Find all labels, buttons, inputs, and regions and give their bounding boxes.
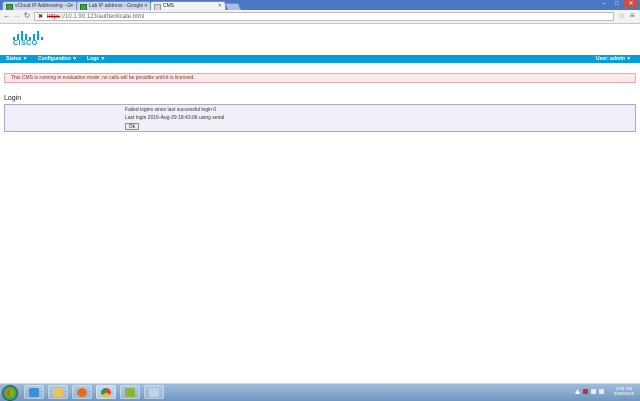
page-title: Login [4,95,22,102]
main-menu-bar: Status ▼ Configuration ▼ Logs ▼ User: ad… [0,55,640,63]
taskbar-vsphere[interactable] [120,385,140,399]
tray-network-icon[interactable] [591,389,596,394]
ok-button[interactable]: Ok [125,123,139,130]
bookmark-star-icon[interactable]: ☆ [618,11,625,21]
cisco-wordmark: CISCO [13,40,38,47]
user-menu[interactable]: User: admin ▼ [596,55,631,63]
browser-tab-strip: vCloud IP Addressing - G ✕ Lab IP addres… [0,0,640,11]
chrome-icon [101,388,111,397]
tray-flag-icon[interactable] [583,389,588,394]
insecure-lock-icon: ✖ [38,14,44,20]
cisco-logo: CISCO [12,31,43,49]
media-player-icon [77,388,87,397]
login-panel: Failed logins since last successful logi… [4,104,636,132]
back-arrow-icon[interactable]: ← [2,11,12,21]
evaluation-warning: This CMS is running in evaluation mode; … [4,73,636,83]
browser-tab-lab-ip[interactable]: Lab IP address - Google ✕ [76,1,152,10]
address-bar[interactable]: ✖ https://10.1.90.123/authenticate.html [34,12,614,21]
browser-tab-cms[interactable]: CMS ✕ [150,1,226,10]
minimize-icon[interactable]: – [598,0,610,8]
taskbar-clock[interactable]: 3:06 AM 8/30/2016 [614,386,634,396]
taskbar-media[interactable] [72,385,92,399]
dropdown-triangle-icon: ▼ [626,56,632,62]
address-scheme: https [47,14,61,20]
browser-toolbar: ← → ↻ ✖ https://10.1.90.123/authenticate… [0,10,640,24]
taskbar-ie[interactable] [24,385,44,399]
internet-explorer-icon [29,388,39,397]
menu-status[interactable]: Status ▼ [6,55,28,63]
close-window-icon[interactable]: ✕ [624,0,638,8]
browser-menu-icon[interactable]: ≡ [630,11,635,21]
vsphere-icon [125,388,135,397]
tray-volume-icon[interactable] [599,389,604,394]
cisco-bridge-icon [12,31,43,40]
failed-logins-text: Failed logins since last successful logi… [125,107,217,113]
forward-arrow-icon[interactable]: → [12,11,22,21]
taskbar-chrome[interactable] [96,385,116,399]
dropdown-triangle-icon: ▼ [100,56,106,62]
close-tab-icon[interactable]: ✕ [218,2,222,10]
clock-date: 8/30/2016 [613,391,634,396]
folder-icon [53,388,63,397]
last-login-text: Last login 2016-Aug-29 18:43:06 using se… [125,115,225,121]
reload-icon[interactable]: ↻ [22,11,32,21]
menu-logs[interactable]: Logs ▼ [87,55,105,63]
window-icon [149,388,159,397]
tray-up-arrow-icon[interactable] [575,389,580,394]
close-tab-icon[interactable]: ✕ [70,2,74,10]
address-rest: ://10.1.90.123/authenticate.html [60,14,145,20]
windows-taskbar: 3:06 AM 8/30/2016 [0,383,640,401]
windows-logo-icon [7,390,13,396]
taskbar-app[interactable] [144,385,164,399]
maximize-icon[interactable]: □ [611,0,623,8]
browser-tab-vcloud[interactable]: vCloud IP Addressing - G ✕ [2,1,78,10]
dropdown-triangle-icon: ▼ [22,56,28,62]
taskbar-explorer[interactable] [48,385,68,399]
dropdown-triangle-icon: ▼ [72,56,78,62]
close-tab-icon[interactable]: ✕ [144,2,148,10]
menu-configuration[interactable]: Configuration ▼ [38,55,77,63]
start-button[interactable] [2,385,18,401]
